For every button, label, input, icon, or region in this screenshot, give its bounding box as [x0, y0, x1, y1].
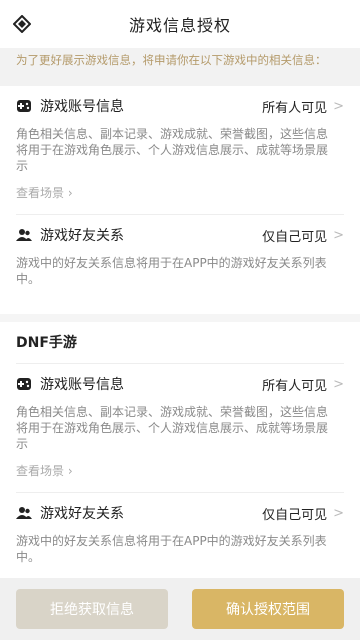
permission-account-info: 游戏账号信息 所有人可见 > 角色相关信息、副本记录、游戏成就、荣誉截图，这些信…: [16, 364, 344, 493]
permission-title: 游戏账号信息: [40, 377, 124, 393]
game-card: 游戏账号信息 所有人可见 > 角色相关信息、副本记录、游戏成就、荣誉截图，这些信…: [0, 86, 360, 314]
permission-desc: 游戏中的好友关系信息将用于在APP中的游戏好友关系列表中。: [16, 256, 327, 286]
visibility-selector[interactable]: 仅自己可见 >: [262, 226, 344, 245]
permission-friends: 游戏好友关系 仅自己可见 > 游戏中的好友关系信息将用于在APP中的游戏好友关系…: [16, 215, 344, 299]
chevron-right-icon: >: [333, 98, 344, 114]
controller-icon: [16, 98, 32, 114]
friends-icon: [16, 505, 32, 521]
chevron-right-icon: >: [333, 376, 344, 392]
visibility-value: 仅自己可见: [262, 229, 328, 245]
notice-text: 为了更好展示游戏信息，将申请你在以下游戏中的相关信息：: [0, 48, 360, 86]
permission-friends: 游戏好友关系 仅自己可见 > 游戏中的好友关系信息将用于在APP中的游戏好友关系…: [16, 493, 344, 577]
visibility-selector[interactable]: 所有人可见 >: [262, 97, 344, 116]
permission-account-info: 游戏账号信息 所有人可见 > 角色相关信息、副本记录、游戏成就、荣誉截图，这些信…: [16, 86, 344, 215]
footer-bar: 拒绝获取信息 确认授权范围: [0, 578, 360, 640]
visibility-value: 所有人可见: [262, 378, 328, 394]
chevron-right-icon: >: [333, 505, 344, 521]
game-card: DNF手游 游戏账号信息 所有人可见 > 角色相关信息、副本记录、游戏成就、荣誉…: [0, 322, 360, 580]
friends-icon: [16, 227, 32, 243]
view-scenes-link[interactable]: 查看场景 ›: [16, 462, 344, 480]
reject-button[interactable]: 拒绝获取信息: [16, 589, 168, 629]
visibility-selector[interactable]: 仅自己可见 >: [262, 504, 344, 523]
visibility-value: 仅自己可见: [262, 507, 328, 523]
game-name: DNF手游: [16, 322, 344, 364]
permission-desc: 角色相关信息、副本记录、游戏成就、荣誉截图，这些信息将用于在游戏角色展示、个人游…: [16, 127, 329, 173]
permission-desc: 角色相关信息、副本记录、游戏成就、荣誉截图，这些信息将用于在游戏角色展示、个人游…: [16, 405, 329, 451]
visibility-selector[interactable]: 所有人可见 >: [262, 375, 344, 394]
permission-title: 游戏好友关系: [40, 228, 124, 244]
top-bar: 游戏信息授权: [0, 0, 360, 48]
chevron-right-icon: >: [333, 227, 344, 243]
controller-icon: [16, 376, 32, 392]
diamond-back-icon[interactable]: [10, 12, 34, 36]
confirm-button[interactable]: 确认授权范围: [192, 589, 344, 629]
permission-title: 游戏账号信息: [40, 99, 124, 115]
visibility-value: 所有人可见: [262, 100, 328, 116]
page-title: 游戏信息授权: [128, 16, 231, 35]
view-scenes-link[interactable]: 查看场景 ›: [16, 184, 344, 202]
permission-title: 游戏好友关系: [40, 506, 124, 522]
permission-desc: 游戏中的好友关系信息将用于在APP中的游戏好友关系列表中。: [16, 534, 327, 564]
